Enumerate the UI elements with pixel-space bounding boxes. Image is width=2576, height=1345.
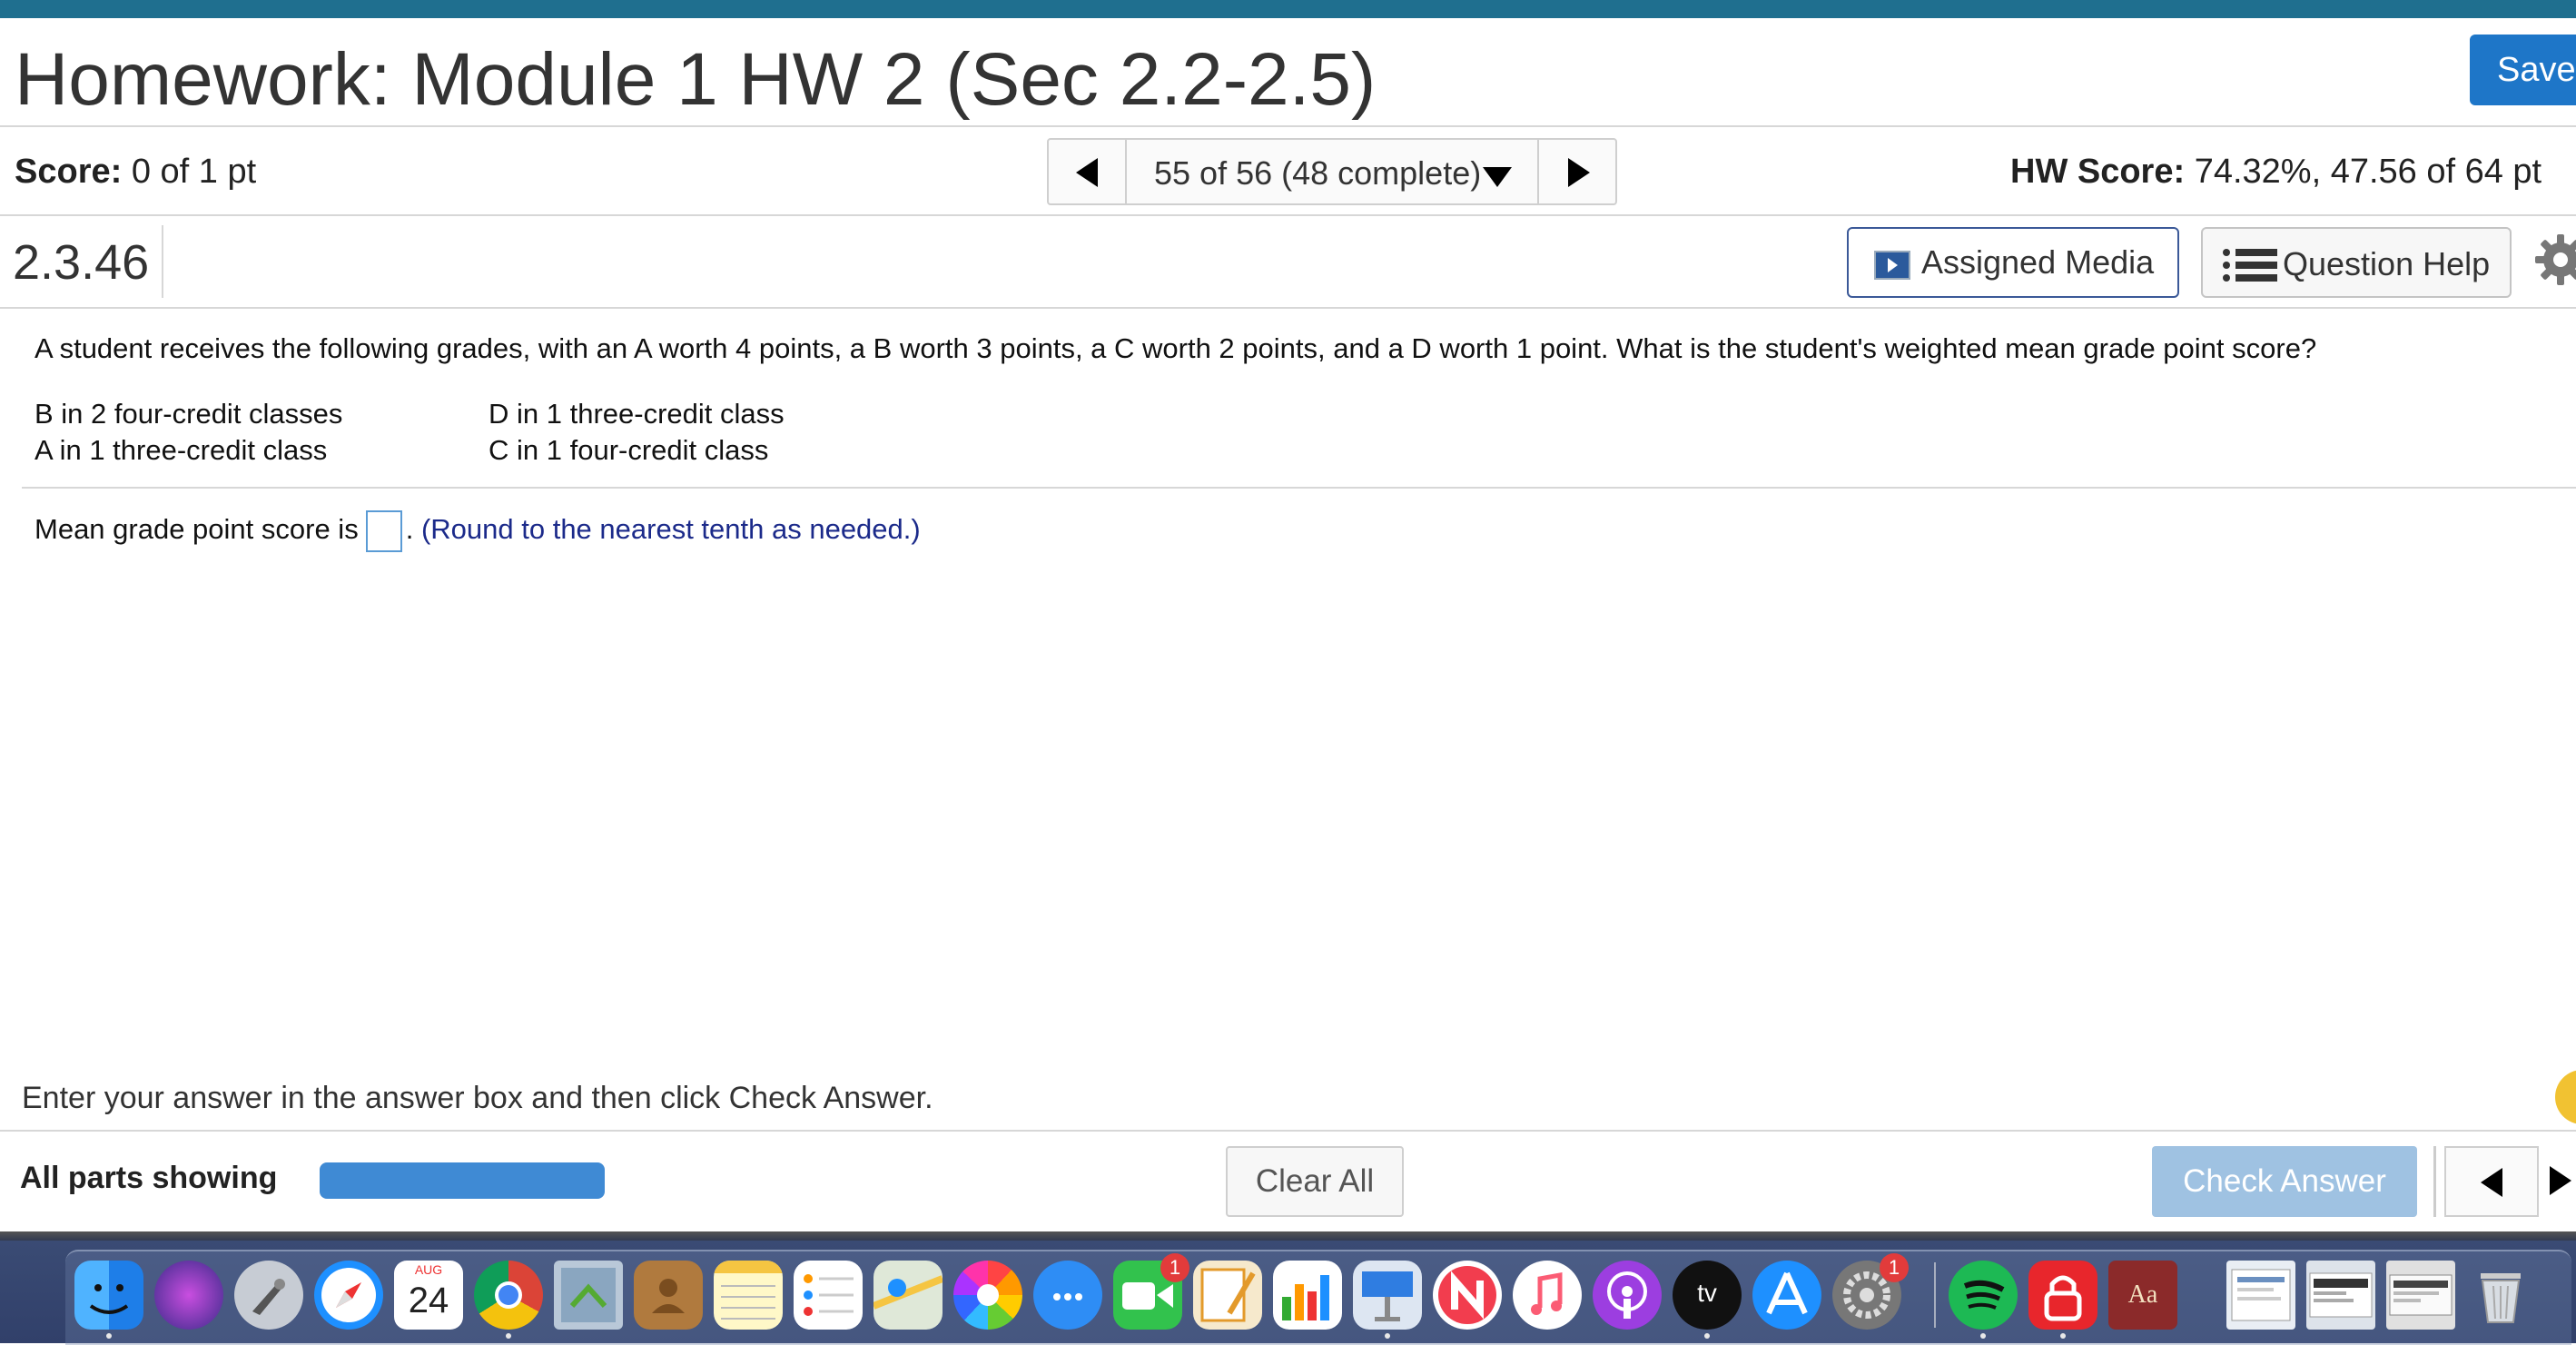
trash-icon[interactable] [2466, 1261, 2535, 1330]
window-thumbnail-icon[interactable] [2386, 1261, 2455, 1330]
running-indicator [1980, 1333, 1986, 1339]
launchpad-icon[interactable] [234, 1261, 303, 1330]
all-parts-label: All parts showing [20, 1161, 278, 1195]
preview-icon[interactable] [554, 1261, 623, 1330]
arrow-left-icon [2481, 1168, 2502, 1197]
vpn-icon[interactable] [2028, 1261, 2097, 1330]
divider [0, 1130, 2576, 1132]
top-accent-bar [0, 0, 2576, 18]
finder-icon[interactable] [74, 1261, 143, 1330]
condition-item: A in 1 three-credit class [35, 434, 328, 466]
app-store-icon[interactable] [1752, 1261, 1821, 1330]
question-prompt: A student receives the following grades,… [35, 332, 2317, 364]
list-icon [2223, 249, 2277, 282]
calendar-icon[interactable]: AUG 24 [394, 1261, 463, 1330]
photos-icon[interactable] [953, 1261, 1022, 1330]
question-help-label: Question Help [2283, 245, 2491, 282]
podcasts-icon[interactable] [1593, 1261, 1662, 1330]
dock-separator [1934, 1262, 1936, 1328]
arrow-left-icon [1076, 158, 1098, 187]
answer-suffix: . [405, 513, 414, 546]
question-id: 2.3.46 [13, 235, 150, 290]
score-value: 0 of 1 pt [131, 153, 257, 191]
notes-icon[interactable] [714, 1261, 783, 1330]
screenshot-thumbnail-icon[interactable] [2306, 1261, 2375, 1330]
clear-all-button[interactable]: Clear All [1226, 1146, 1404, 1217]
running-indicator [506, 1333, 511, 1339]
hw-score-value: 74.32%, 47.56 of 64 pt [2194, 153, 2542, 191]
running-indicator [1704, 1333, 1710, 1339]
answer-prefix: Mean grade point score is [35, 513, 359, 546]
running-indicator [2060, 1333, 2066, 1339]
previous-question-button-bottom[interactable] [2444, 1146, 2539, 1217]
rounding-note: (Round to the nearest tenth as needed.) [420, 513, 921, 546]
divider [162, 225, 163, 298]
chrome-icon[interactable] [474, 1261, 543, 1330]
music-icon[interactable] [1513, 1261, 1582, 1330]
question-toolbar: 2.3.46 Assigned Media Question Help [0, 216, 2576, 309]
question-score: Score: 0 of 1 pt [15, 153, 256, 192]
previous-question-button[interactable] [1049, 140, 1127, 203]
notification-badge: 1 [1160, 1253, 1189, 1282]
calendar-month: AUG [414, 1262, 443, 1277]
title-bar: Homework: Module 1 HW 2 (Sec 2.2-2.5) Sa… [0, 18, 2576, 127]
calendar-day: 24 [408, 1281, 449, 1320]
running-indicator [106, 1333, 112, 1339]
notification-badge: 1 [1880, 1253, 1909, 1282]
answer-input[interactable] [365, 510, 402, 552]
parts-progress-bar [320, 1162, 605, 1199]
arrow-right-icon [2550, 1166, 2571, 1195]
messages-icon[interactable] [1033, 1261, 1102, 1330]
pages-icon[interactable] [1193, 1261, 1262, 1330]
question-position-dropdown[interactable]: 55 of 56 (48 complete) [1154, 154, 1481, 193]
divider [22, 487, 2576, 489]
next-question-button[interactable] [1537, 140, 1615, 203]
dictionary-label: Aa [2127, 1281, 2158, 1309]
condition-item: B in 2 four-credit classes [35, 398, 343, 430]
caret-down-icon[interactable] [1483, 167, 1512, 187]
hw-score-label: HW Score: [2010, 153, 2186, 191]
page-title: Homework: Module 1 HW 2 (Sec 2.2-2.5) [15, 38, 1377, 121]
apple-tv-label: tv [1697, 1279, 1717, 1307]
safari-icon[interactable] [314, 1261, 383, 1330]
siri-icon[interactable] [154, 1261, 223, 1330]
apple-tv-icon[interactable]: tv [1673, 1261, 1742, 1330]
check-answer-button[interactable]: Check Answer [2152, 1146, 2417, 1217]
dictionary-icon[interactable]: Aa [2108, 1261, 2177, 1330]
spotify-icon[interactable] [1949, 1261, 2018, 1330]
question-help-button[interactable]: Question Help [2201, 227, 2512, 298]
news-icon[interactable] [1433, 1261, 1502, 1330]
contacts-icon[interactable] [634, 1261, 703, 1330]
score-label: Score: [15, 153, 123, 191]
condition-item: D in 1 three-credit class [489, 398, 785, 430]
next-question-button-bottom[interactable] [2539, 1146, 2576, 1217]
divider [2433, 1146, 2436, 1217]
reminders-icon[interactable] [794, 1261, 863, 1330]
video-icon [1874, 251, 1910, 280]
keynote-icon[interactable] [1353, 1261, 1422, 1330]
question-navigator: 55 of 56 (48 complete) [1047, 138, 1617, 205]
answer-row: Mean grade point score is. (Round to the… [35, 510, 921, 552]
homework-score: HW Score: 74.32%, 47.56 of 64 pt [2010, 153, 2541, 192]
assigned-media-button[interactable]: Assigned Media [1847, 227, 2179, 298]
maps-icon[interactable] [873, 1261, 943, 1330]
instruction-text: Enter your answer in the answer box and … [22, 1081, 933, 1115]
document-thumbnail-icon[interactable] [2226, 1261, 2295, 1330]
score-bar: Score: 0 of 1 pt 55 of 56 (48 complete) … [0, 127, 2576, 216]
gear-icon[interactable] [2533, 232, 2576, 287]
feedback-smiley-icon [2555, 1070, 2576, 1124]
arrow-right-icon [1568, 158, 1590, 187]
assigned-media-label: Assigned Media [1921, 243, 2155, 281]
running-indicator [1385, 1333, 1390, 1339]
numbers-icon[interactable] [1273, 1261, 1342, 1330]
condition-item: C in 1 four-credit class [489, 434, 769, 466]
save-button[interactable]: Save [2470, 35, 2576, 105]
